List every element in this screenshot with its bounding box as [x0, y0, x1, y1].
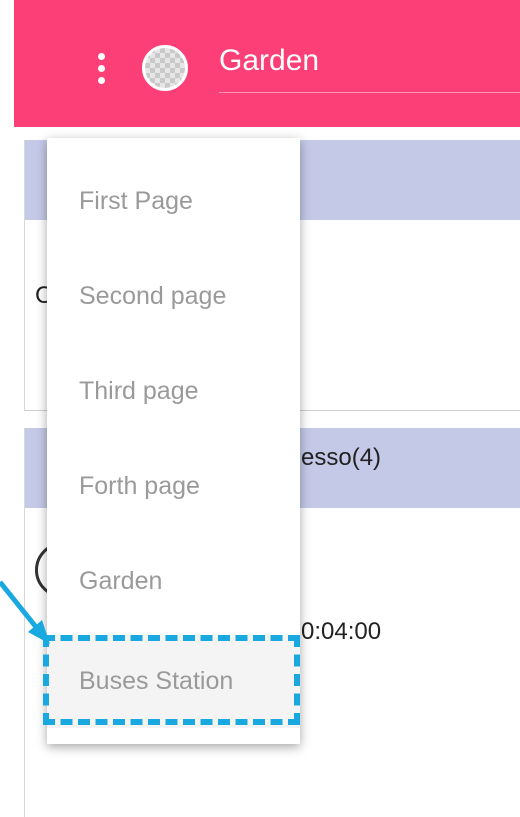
menu-item-label: Garden: [79, 567, 163, 595]
app-bar: Garden: [14, 0, 520, 127]
more-vert-icon[interactable]: [88, 48, 114, 88]
time-value: 0:04:00: [301, 618, 382, 645]
card-title: esso(4): [301, 444, 382, 471]
menu-item-label: Third page: [79, 377, 199, 405]
menu-item-third-page[interactable]: Third page: [47, 345, 300, 438]
menu-item-label: First Page: [79, 187, 193, 215]
menu-item-first-page[interactable]: First Page: [47, 155, 300, 248]
menu-item-label: Second page: [79, 282, 227, 310]
title-underline: [219, 92, 520, 93]
checker-avatar-icon[interactable]: [142, 45, 188, 91]
menu-item-forth-page[interactable]: Forth page: [47, 440, 300, 533]
highlight-box: [43, 635, 300, 725]
menu-item-label: Forth page: [79, 472, 200, 500]
menu-item-garden[interactable]: Garden: [47, 535, 300, 628]
pointer-arrow-icon: [0, 580, 50, 644]
menu-item-second-page[interactable]: Second page: [47, 250, 300, 343]
app-title: Garden: [219, 44, 320, 77]
